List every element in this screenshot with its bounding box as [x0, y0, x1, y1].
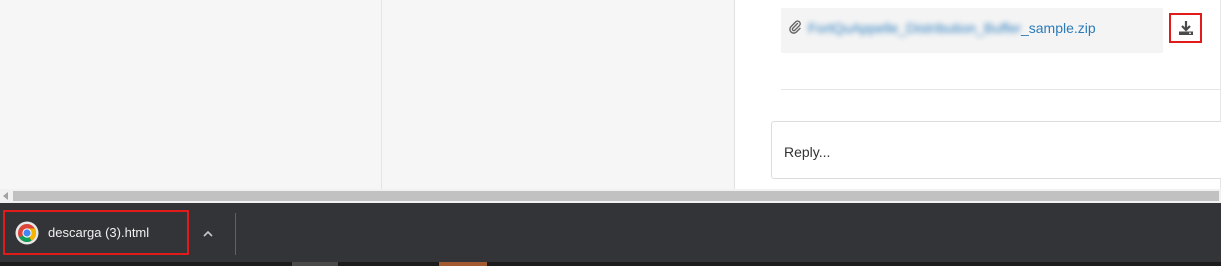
divider — [781, 89, 1221, 90]
scrollbar-thumb[interactable] — [13, 191, 1219, 201]
shelf-separator — [235, 213, 236, 255]
download-icon — [1178, 21, 1193, 35]
paperclip-icon — [789, 20, 801, 34]
chevron-up-icon[interactable] — [201, 227, 215, 241]
taskbar — [0, 262, 1221, 266]
attachment-filename-blurred: FortQuAppelle_Distribution_Buffer — [808, 20, 1021, 36]
middle-panel — [382, 0, 735, 189]
reply-input[interactable]: Reply... — [771, 121, 1221, 179]
download-shelf: descarga (3).html — [0, 203, 1221, 266]
reply-placeholder: Reply... — [784, 144, 831, 160]
attachment-link[interactable]: FortQuAppelle_Distribution_Buffer_sample… — [808, 19, 1096, 37]
chrome-icon — [15, 221, 39, 245]
download-filename: descarga (3).html — [48, 225, 150, 240]
scroll-left-arrow-icon[interactable] — [2, 192, 10, 200]
left-panel — [0, 0, 382, 189]
download-attachment-button[interactable] — [1169, 13, 1202, 43]
horizontal-scrollbar[interactable] — [0, 189, 1221, 203]
taskbar-item[interactable] — [292, 262, 338, 266]
attachment-filename-suffix: _sample.zip — [1020, 20, 1096, 36]
taskbar-item[interactable] — [439, 262, 487, 266]
download-item[interactable]: descarga (3).html — [3, 210, 189, 255]
